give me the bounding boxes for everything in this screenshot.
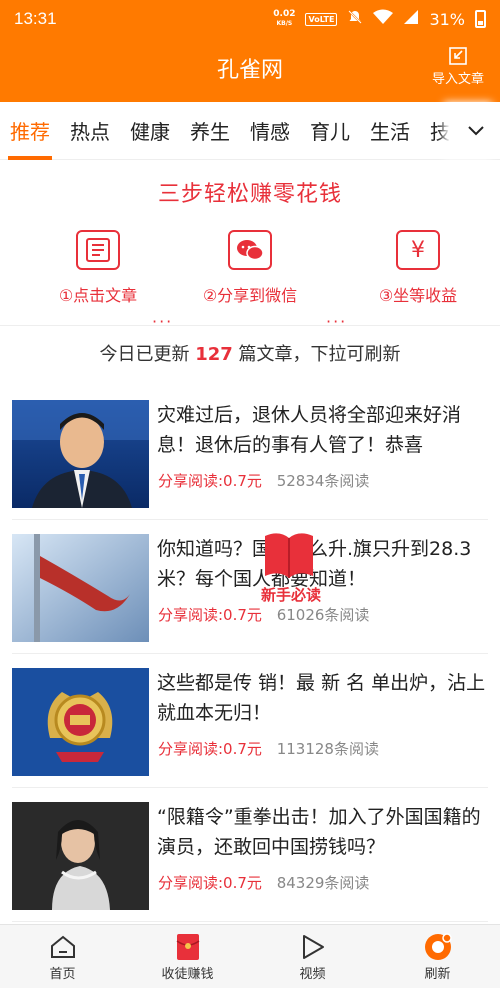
tab-tech[interactable]: 技 (430, 102, 450, 160)
top-bar: 13:31 0.02 KB/S VoLTE 31% 孔雀网 导入文章 (0, 0, 500, 102)
import-article-button[interactable]: 导入文章 (428, 46, 488, 87)
step-1-label: ①点击文章 (58, 286, 138, 305)
status-time: 13:31 (14, 9, 57, 28)
update-count: 127 (195, 344, 233, 365)
share-reward: 分享阅读:0.7元 (158, 874, 262, 892)
list-item[interactable]: “限籍令”重拳出击！加入了外国国籍的演员，还敢回中国捞钱吗？ 分享阅读:0.7元… (12, 788, 488, 922)
import-icon (449, 47, 467, 65)
app-title: 孔雀网 (216, 58, 283, 83)
step-2-label: ②分享到微信 (202, 286, 298, 305)
wechat-icon (228, 230, 272, 270)
nav-video-label: 视频 (299, 967, 326, 982)
article-list: 灾难过后，退休人员将全部迎来好消息！退休后的事有人管了！恭喜 分享阅读:0.7元… (0, 386, 500, 922)
banner-title: 三步轻松赚零花钱 (157, 182, 342, 207)
step-separator: ··· (326, 312, 348, 331)
nav-home[interactable]: 首页 (0, 925, 125, 988)
newbie-guide-badge[interactable]: 新手必读 (255, 528, 327, 608)
nav-home-label: 首页 (49, 967, 76, 982)
nav-refresh[interactable]: 刷新 (375, 925, 500, 988)
article-title: “限籍令”重拳出击！加入了外国国籍的演员，还敢回中国捞钱吗？ (157, 806, 481, 858)
tab-recommend[interactable]: 推荐 (8, 102, 52, 160)
battery-icon (475, 10, 486, 28)
article-thumbnail (12, 400, 149, 508)
step-wait-income: ¥ ③坐等收益 (353, 230, 483, 306)
red-envelope-icon (125, 931, 250, 963)
play-icon (250, 931, 375, 963)
battery-percent: 31% (429, 9, 465, 29)
import-label: 导入文章 (431, 72, 484, 87)
signal-icon (403, 9, 419, 29)
more-tabs-button[interactable] (452, 102, 500, 159)
article-title: 这些都是传 销！最 新 名 单出炉，沾上就血本无归！ (157, 672, 486, 724)
read-count: 113128条阅读 (276, 740, 379, 758)
net-speed: 0.02 KB/S (273, 10, 295, 28)
article-thumbnail (12, 668, 149, 776)
step-separator: ··· (152, 312, 174, 331)
home-icon (0, 931, 125, 963)
nav-recruit-label: 收徒赚钱 (161, 967, 214, 982)
list-item[interactable]: 你知道吗？国旗怎么升.旗只升到28.3米？每个国人都要知道！ 分享阅读:0.7元… (12, 520, 488, 654)
tab-life[interactable]: 生活 (370, 102, 410, 160)
article-thumbnail (12, 802, 149, 910)
tab-wellness[interactable]: 养生 (190, 102, 230, 160)
article-title: 灾难过后，退休人员将全部迎来好消息！退休后的事有人管了！恭喜 (157, 404, 462, 456)
earn-banner[interactable]: 三步轻松赚零花钱 ①点击文章 ··· ②分享到微信 ··· ¥ ③坐等收益 (0, 160, 500, 331)
net-speed-value: 0.02 (273, 9, 296, 19)
step-share-wechat: ②分享到微信 (185, 230, 315, 306)
tab-parenting[interactable]: 育儿 (310, 102, 350, 160)
net-speed-unit: KB/S (276, 20, 293, 27)
read-count: 84329条阅读 (276, 874, 370, 892)
tab-health[interactable]: 健康 (130, 102, 170, 160)
refresh-icon (375, 931, 500, 963)
step-click-article: ①点击文章 (33, 230, 163, 306)
title-bar: 孔雀网 导入文章 (0, 38, 500, 102)
nav-video[interactable]: 视频 (250, 925, 375, 988)
share-reward: 分享阅读:0.7元 (158, 740, 262, 758)
yen-icon: ¥ (396, 230, 440, 270)
volte-icon: VoLTE (305, 12, 338, 26)
article-meta: 分享阅读:0.7元 84329条阅读 (158, 872, 369, 893)
banner-steps: ①点击文章 ··· ②分享到微信 ··· ¥ ③坐等收益 (0, 230, 500, 331)
update-suffix: 篇文章，下拉可刷新 (238, 344, 401, 365)
list-item[interactable]: 这些都是传 销！最 新 名 单出炉，沾上就血本无归！ 分享阅读:0.7元 113… (12, 654, 488, 788)
step-3-label: ③坐等收益 (378, 286, 458, 305)
wifi-icon (373, 9, 394, 29)
list-item[interactable]: 灾难过后，退休人员将全部迎来好消息！退休后的事有人管了！恭喜 分享阅读:0.7元… (12, 386, 488, 520)
bottom-nav: 首页 收徒赚钱 视频 刷新 (0, 924, 500, 988)
update-prefix: 今日已更新 (99, 344, 190, 365)
update-notice: 今日已更新 127 篇文章，下拉可刷新 (0, 326, 500, 386)
category-tabs: 推荐 热点 健康 养生 情感 育儿 生活 技 (0, 102, 500, 160)
article-icon (76, 230, 120, 270)
share-reward: 分享阅读:0.7元 (158, 472, 262, 490)
share-reward: 分享阅读:0.7元 (158, 606, 262, 624)
tab-emotion[interactable]: 情感 (250, 102, 290, 160)
article-meta: 分享阅读:0.7元 113128条阅读 (158, 738, 379, 759)
tab-hot[interactable]: 热点 (70, 102, 110, 160)
nav-recruit[interactable]: 收徒赚钱 (125, 925, 250, 988)
nav-refresh-label: 刷新 (424, 967, 451, 982)
article-thumbnail (12, 534, 149, 642)
read-count: 52834条阅读 (276, 472, 370, 490)
read-count: 61026条阅读 (276, 606, 370, 624)
badge-label: 新手必读 (260, 586, 321, 604)
mute-bell-icon (347, 9, 363, 29)
chevron-down-icon (468, 125, 484, 135)
article-meta: 分享阅读:0.7元 52834条阅读 (158, 470, 369, 491)
book-flag-icon (265, 533, 313, 578)
status-bar: 13:31 0.02 KB/S VoLTE 31% (0, 0, 500, 38)
